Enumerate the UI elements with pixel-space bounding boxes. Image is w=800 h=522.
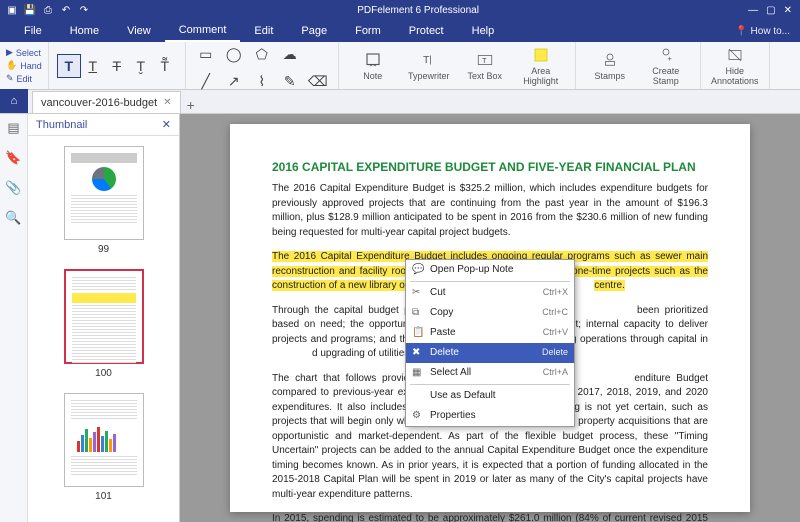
search-icon[interactable]: 🔍: [5, 210, 21, 226]
textbox-button[interactable]: T Text Box: [459, 51, 511, 81]
print-icon[interactable]: ⎙: [42, 4, 54, 16]
bookmarks-icon[interactable]: 🔖: [5, 150, 21, 166]
pencil-shape-icon[interactable]: ✎: [278, 69, 302, 93]
ribbon: ▶ Select ✋ Hand ✎ Edit T T T T̬ T͌ ▭ ◯ ⬠…: [0, 42, 800, 90]
arrow-shape-icon[interactable]: ↗: [222, 69, 246, 93]
typewriter-button[interactable]: T Typewriter: [403, 51, 455, 81]
hand-tool[interactable]: ✋ Hand: [6, 60, 42, 71]
page-thumbnail[interactable]: [64, 146, 144, 240]
oval-shape-icon[interactable]: ◯: [222, 42, 246, 66]
menu-form[interactable]: Form: [341, 20, 395, 42]
squiggly-tool-icon[interactable]: T͌: [153, 54, 177, 78]
thumbnail-panel-close-icon[interactable]: ✕: [162, 118, 171, 131]
thumbnail-panel-title: Thumbnail: [36, 119, 87, 131]
caret-tool-icon[interactable]: T̬: [129, 54, 153, 78]
menu-protect[interactable]: Protect: [395, 20, 458, 42]
rect-shape-icon[interactable]: ▭: [194, 42, 218, 66]
add-tab-icon[interactable]: +: [187, 97, 195, 113]
svg-text:T: T: [423, 54, 430, 66]
close-icon[interactable]: ✕: [784, 5, 792, 16]
create-stamp-button[interactable]: + Create Stamp: [640, 46, 692, 86]
thumb-label: 100: [95, 368, 112, 379]
select-tool[interactable]: ▶ Select: [6, 47, 41, 58]
edit-tool[interactable]: ✎ Edit: [6, 73, 32, 84]
window-title: PDFelement 6 Professional: [96, 5, 740, 16]
menu-comment[interactable]: Comment: [165, 20, 241, 42]
menu-home[interactable]: Home: [56, 20, 113, 42]
body-text: The 2016 Capital Expenditure Budget is $…: [272, 182, 708, 240]
polygon-shape-icon[interactable]: ⬠: [250, 42, 274, 66]
how-to-link[interactable]: 📍 How to...: [735, 26, 790, 37]
polyline-shape-icon[interactable]: ⌇: [250, 69, 274, 93]
strikethrough-tool-icon[interactable]: T: [105, 54, 129, 78]
ctx-open-popup[interactable]: 💬Open Pop-up Note: [406, 260, 574, 280]
menu-edit[interactable]: Edit: [240, 20, 287, 42]
attachments-icon[interactable]: 📎: [5, 180, 21, 196]
svg-text:T: T: [482, 56, 487, 65]
svg-text:+: +: [667, 54, 672, 63]
thumb-label: 101: [95, 491, 112, 502]
ctx-select-all[interactable]: ▦Select AllCtrl+A: [406, 363, 574, 383]
cloud-shape-icon[interactable]: ☁: [278, 42, 302, 66]
document-viewport[interactable]: 2016 CAPITAL EXPENDITURE BUDGET AND FIVE…: [180, 114, 800, 522]
ctx-paste[interactable]: 📋PasteCtrl+V: [406, 323, 574, 343]
tab-close-icon[interactable]: ✕: [163, 97, 171, 108]
ctx-copy[interactable]: ⧉CopyCtrl+C: [406, 303, 574, 323]
ctx-delete[interactable]: ✖DeleteDelete: [406, 343, 574, 363]
menu-view[interactable]: View: [113, 20, 165, 42]
ctx-properties[interactable]: ⚙Properties: [406, 406, 574, 426]
underline-tool-icon[interactable]: T: [81, 54, 105, 78]
eraser-shape-icon[interactable]: ⌫: [306, 69, 330, 93]
thumbnail-panel: Thumbnail ✕ 99 100: [28, 114, 180, 522]
body-text: In 2015, spending is estimated to be app…: [272, 512, 708, 522]
highlight-tool-icon[interactable]: T: [57, 54, 81, 78]
ctx-cut[interactable]: ✂CutCtrl+X: [406, 283, 574, 303]
thumb-label: 99: [98, 244, 109, 255]
line-shape-icon[interactable]: ╱: [194, 69, 218, 93]
maximize-icon[interactable]: ▢: [766, 5, 775, 16]
save-icon[interactable]: 💾: [24, 4, 36, 16]
stamps-button[interactable]: Stamps: [584, 51, 636, 81]
menu-file[interactable]: File: [10, 20, 56, 42]
menu-bar: File Home View Comment Edit Page Form Pr…: [0, 20, 800, 42]
home-tab-icon[interactable]: ⌂: [0, 89, 28, 113]
document-tab[interactable]: vancouver-2016-budget ✕: [32, 91, 181, 113]
menu-help[interactable]: Help: [458, 20, 509, 42]
redo-icon[interactable]: ↷: [78, 4, 90, 16]
context-menu: 💬Open Pop-up Note ✂CutCtrl+X ⧉CopyCtrl+C…: [405, 259, 575, 427]
minimize-icon[interactable]: —: [748, 5, 758, 16]
hide-annotations-button[interactable]: Hide Annotations: [709, 46, 761, 86]
page-thumbnail[interactable]: [64, 393, 144, 487]
ctx-use-default[interactable]: Use as Default: [406, 386, 574, 406]
side-strip: ▤ 🔖 📎 🔍: [0, 114, 28, 522]
note-button[interactable]: Note: [347, 51, 399, 81]
area-highlight-button[interactable]: Area Highlight: [515, 46, 567, 86]
page-heading: 2016 CAPITAL EXPENDITURE BUDGET AND FIVE…: [272, 159, 708, 176]
undo-icon[interactable]: ↶: [60, 4, 72, 16]
app-icon: ▣: [6, 4, 18, 16]
document-tab-bar: ⌂ vancouver-2016-budget ✕ +: [0, 90, 800, 114]
title-bar: ▣ 💾 ⎙ ↶ ↷ PDFelement 6 Professional — ▢ …: [0, 0, 800, 20]
menu-page[interactable]: Page: [287, 20, 341, 42]
document-tab-label: vancouver-2016-budget: [41, 97, 157, 109]
page-thumbnail[interactable]: [64, 269, 144, 363]
pdf-page: 2016 CAPITAL EXPENDITURE BUDGET AND FIVE…: [230, 124, 750, 512]
thumbnails-icon[interactable]: ▤: [7, 120, 19, 136]
